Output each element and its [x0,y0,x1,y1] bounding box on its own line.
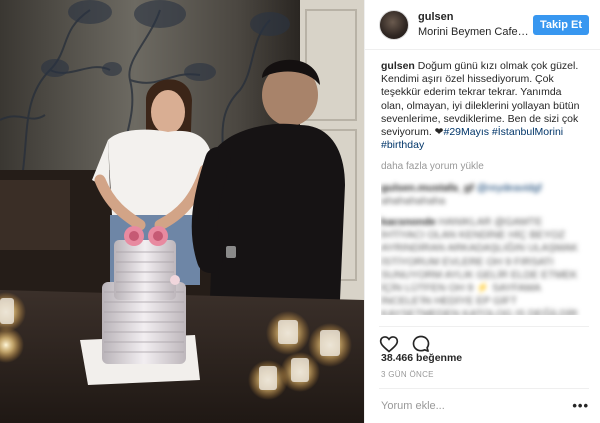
comment-username[interactable]: gulsen.mustafa_gf [381,182,474,194]
post-actions [379,326,589,354]
comment-text: HANIKLAR @GAMTE İHTİYACI OLAN KENDİNE Hİ… [381,216,579,315]
like-count[interactable]: 38.466 beğenme [381,352,462,364]
comment-username[interactable]: kacsnonde [381,216,436,228]
comments-list[interactable]: gulsen Doğum günü kızı olmak çok güzel. … [381,60,587,315]
comment-bubble-icon[interactable] [411,334,431,354]
comment-input[interactable] [379,399,573,412]
post-photo[interactable] [0,0,364,423]
comment-text: ahahahahaha [381,194,446,207]
post-sidebar: gulsen Morini Beymen Cafe… Takip Et guls… [364,0,600,423]
follow-button[interactable]: Takip Et [533,15,589,35]
list-item: kacsnonde HANIKLAR @GAMTE İHTİYACI OLAN … [381,216,587,315]
add-comment-bar: ••• [379,388,589,422]
heart-icon[interactable] [379,334,399,354]
load-more-comments-link[interactable]: daha fazla yorum yükle [381,160,587,173]
comment-mention[interactable]: @reydeavidgf [477,182,542,194]
header-username[interactable]: gulsen [418,10,529,25]
post-header: gulsen Morini Beymen Cafe… Takip Et [365,0,600,50]
list-item: gulsen.mustafa_gf @reydeavidgf ahahahaha… [381,182,587,208]
photo-illustration [0,0,364,423]
header-location[interactable]: Morini Beymen Cafe… [418,25,529,40]
caption: gulsen Doğum günü kızı olmak çok güzel. … [381,60,587,152]
avatar[interactable] [379,9,409,40]
more-options-icon[interactable]: ••• [572,398,589,413]
post-timestamp: 3 GÜN ÖNCE [381,370,434,379]
caption-username[interactable]: gulsen [381,60,415,72]
header-text: gulsen Morini Beymen Cafe… [418,10,529,40]
